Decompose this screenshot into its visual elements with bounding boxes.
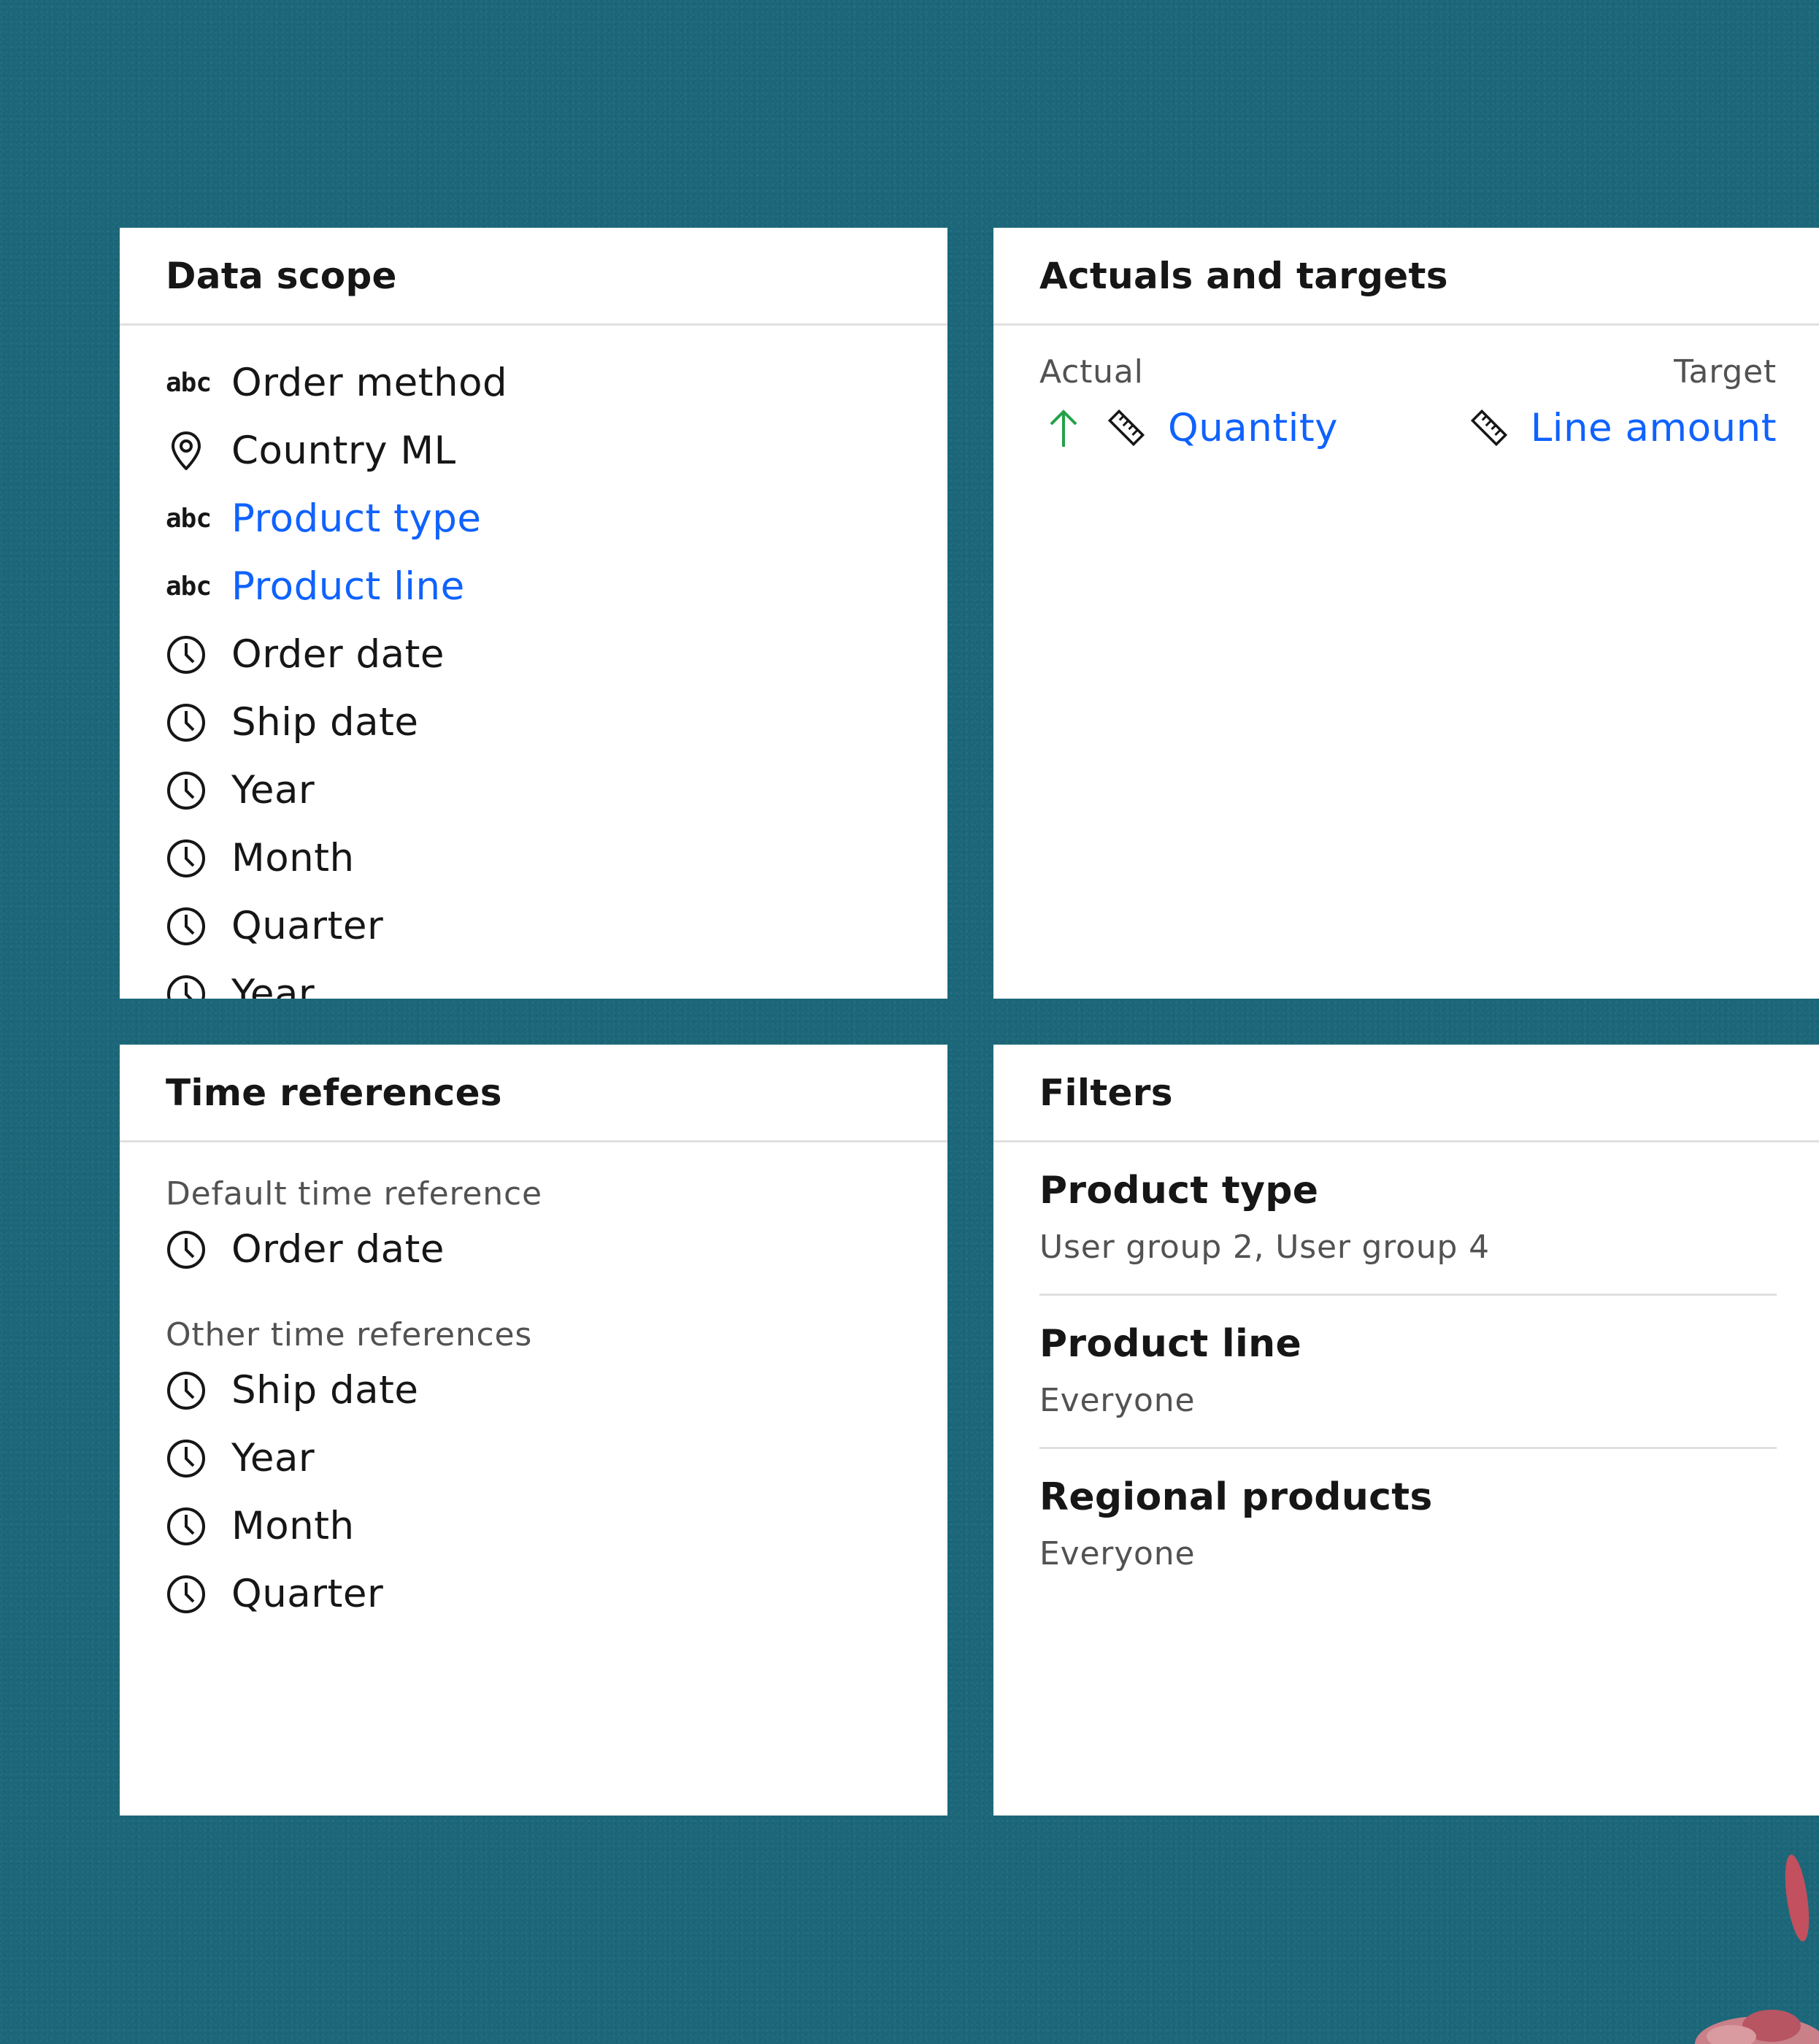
filter-name: Product line: [1039, 1322, 1302, 1366]
filter-list: Product type User group 2, User group 4 Pr…: [993, 1142, 1819, 1602]
abc-icon: abc: [166, 565, 212, 609]
data-scope-item-label: Order date: [231, 632, 445, 677]
clock-icon: [166, 1437, 209, 1480]
clock-icon: [166, 1505, 209, 1548]
filters-card: Filters Product type User group 2, User g…: [993, 1045, 1819, 1816]
other-time-references-list: Ship date Year Month Quarter: [120, 1356, 947, 1628]
abc-icon-text: abc: [166, 572, 212, 602]
abc-icon: abc: [166, 497, 212, 541]
filter-value: User group 2, User group 4: [1039, 1229, 1490, 1266]
actuals-targets-card: Actuals and targets Actual Target Quanti…: [993, 228, 1819, 999]
filters-title: Filters: [1039, 1071, 1173, 1114]
data-scope-item-label: Year: [231, 972, 315, 999]
clock-icon: [166, 633, 209, 677]
data-scope-item[interactable]: Order date: [120, 620, 947, 688]
clock-icon: [166, 837, 209, 880]
data-scope-item[interactable]: Quarter: [120, 892, 947, 960]
abc-icon-text: abc: [166, 368, 212, 398]
data-scope-item-label[interactable]: Product type: [231, 496, 481, 541]
time-reference-item[interactable]: Ship date: [120, 1356, 947, 1424]
time-references-card: Time references Default time reference O…: [120, 1045, 947, 1816]
default-time-reference-label: Default time reference: [166, 1175, 542, 1213]
data-scope-item[interactable]: Ship date: [120, 688, 947, 756]
actuals-targets-header: Actuals and targets: [993, 228, 1819, 326]
filter-value: Everyone: [1039, 1382, 1196, 1419]
time-references-header: Time references: [120, 1045, 947, 1142]
data-scope-item-label[interactable]: Product line: [231, 564, 465, 609]
data-scope-item-label: Order method: [231, 361, 508, 405]
target-item-label[interactable]: Line amount: [1531, 406, 1777, 450]
filter-name: Product type: [1039, 1169, 1319, 1213]
actual-item[interactable]: Quantity: [1039, 399, 1338, 457]
data-scope-item[interactable]: Country ML: [120, 417, 947, 485]
filter-item[interactable]: Regional products Everyone: [1039, 1449, 1777, 1602]
actuals-targets-body: Actual Target Quantity Line amount: [993, 326, 1819, 983]
data-scope-item-label: Ship date: [231, 700, 419, 745]
clock-icon: [166, 769, 209, 812]
other-time-references-label-row: Other time references: [120, 1313, 947, 1356]
actuals-targets-title: Actuals and targets: [1039, 254, 1448, 297]
time-reference-item-default[interactable]: Order date: [120, 1215, 947, 1283]
default-time-reference-list: Order date: [120, 1215, 947, 1283]
abc-icon-text: abc: [166, 504, 212, 534]
filter-value: Everyone: [1039, 1535, 1196, 1572]
data-scope-item[interactable]: abc Order method: [120, 349, 947, 417]
filter-item[interactable]: Product line Everyone: [1039, 1296, 1777, 1449]
filter-item[interactable]: Product type User group 2, User group 4: [1039, 1142, 1777, 1296]
data-scope-item-label: Month: [231, 836, 355, 880]
data-scope-list: abc Order method Country ML abc Product type…: [120, 326, 947, 999]
time-reference-label: Ship date: [231, 1368, 419, 1413]
time-reference-label: Year: [231, 1436, 315, 1480]
ruler-icon: [1465, 404, 1513, 452]
flower-decoration: [1695, 1854, 1819, 2044]
time-reference-label: Order date: [231, 1227, 445, 1272]
data-scope-item-label: Year: [231, 768, 315, 812]
time-references-title: Time references: [166, 1071, 502, 1114]
clock-icon: [166, 1572, 209, 1616]
time-reference-item[interactable]: Quarter: [120, 1560, 947, 1628]
data-scope-card: Data scope abc Order method Country ML abc P…: [120, 228, 947, 999]
data-scope-item[interactable]: Year: [120, 756, 947, 824]
data-scope-item[interactable]: Month: [120, 824, 947, 892]
arrow-up-icon[interactable]: [1039, 404, 1088, 452]
time-reference-label: Month: [231, 1504, 355, 1548]
location-icon: [166, 429, 209, 473]
actual-item-label[interactable]: Quantity: [1168, 406, 1338, 450]
clock-icon: [166, 1228, 209, 1272]
time-reference-item[interactable]: Year: [120, 1424, 947, 1492]
data-scope-item[interactable]: abc Product type: [120, 485, 947, 553]
filters-header: Filters: [993, 1045, 1819, 1142]
data-scope-item-label: Country ML: [231, 429, 456, 473]
clock-icon: [166, 1369, 209, 1413]
clock-icon: [166, 701, 209, 745]
filter-name: Regional products: [1039, 1475, 1433, 1519]
default-time-reference-label-row: Default time reference: [120, 1172, 947, 1215]
actual-column-label: Actual: [1039, 353, 1144, 391]
clock-icon: [166, 904, 209, 948]
target-item[interactable]: Line amount: [1465, 399, 1777, 457]
clock-icon: [166, 972, 209, 999]
ruler-icon: [1102, 404, 1150, 452]
data-scope-title: Data scope: [166, 254, 397, 297]
time-reference-item[interactable]: Month: [120, 1492, 947, 1560]
data-scope-item[interactable]: Year: [120, 960, 947, 999]
data-scope-item[interactable]: abc Product line: [120, 553, 947, 620]
time-reference-label: Quarter: [231, 1572, 384, 1616]
data-scope-item-label: Quarter: [231, 904, 384, 948]
other-time-references-label: Other time references: [166, 1315, 533, 1353]
target-column-label: Target: [1674, 353, 1777, 391]
abc-icon: abc: [166, 361, 212, 405]
data-scope-header: Data scope: [120, 228, 947, 326]
